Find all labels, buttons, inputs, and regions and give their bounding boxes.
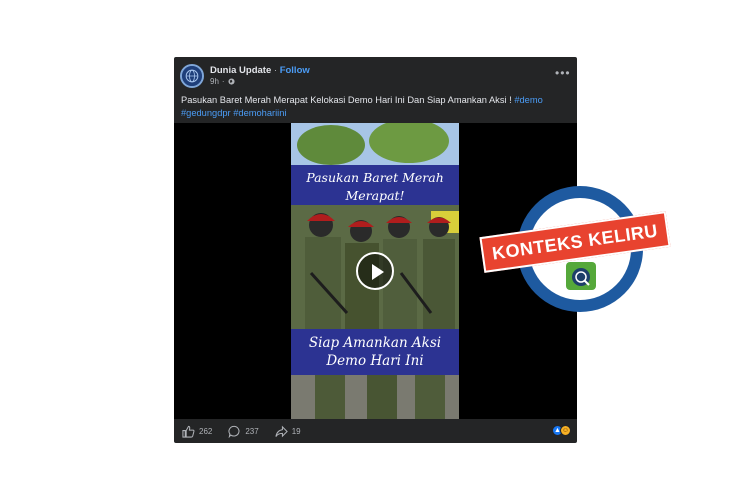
play-button[interactable] bbox=[356, 252, 394, 290]
post-actions: 262 237 19 ▲ ☺ bbox=[174, 419, 577, 443]
like-count: 262 bbox=[199, 426, 213, 436]
public-globe-icon bbox=[228, 78, 235, 85]
screenshot-stage: Dunia Update · Follow 9h · ••• Pasukan B… bbox=[0, 0, 750, 500]
name-separator: · bbox=[273, 65, 278, 76]
banner-top-line-2: Merapat! bbox=[345, 188, 405, 203]
globe-logo-icon bbox=[182, 66, 202, 86]
post-meta: 9h · bbox=[210, 77, 235, 86]
comment-bubble-icon bbox=[228, 425, 240, 438]
fact-check-logo-icon bbox=[566, 262, 596, 290]
page-name[interactable]: Dunia Update bbox=[210, 65, 271, 76]
post-caption: Pasukan Baret Merah Merapat Kelokasi Dem… bbox=[181, 94, 571, 120]
post-time[interactable]: 9h bbox=[210, 77, 219, 86]
reaction-icons[interactable]: ▲ ☺ bbox=[552, 425, 571, 436]
video-banner-top: Pasukan Baret Merah Merapat! bbox=[291, 165, 459, 205]
haha-reaction-icon: ☺ bbox=[560, 425, 571, 436]
play-icon bbox=[372, 264, 384, 280]
video-frame: Pasukan Baret Merah Merapat! Siap Amanka… bbox=[291, 123, 459, 419]
banner-bottom-line-1: Siap Amankan Aksi bbox=[308, 335, 442, 351]
share-button[interactable]: 19 bbox=[275, 425, 301, 438]
caption-text: Pasukan Baret Merah Merapat Kelokasi Dem… bbox=[181, 95, 515, 105]
banner-bottom-line-2: Demo Hari Ini bbox=[326, 353, 424, 369]
video-banner-bottom: Siap Amankan Aksi Demo Hari Ini bbox=[291, 329, 459, 375]
like-button[interactable]: 262 bbox=[182, 425, 212, 438]
hashtag-demohariini[interactable]: #demohariini bbox=[233, 108, 286, 118]
comment-count: 237 bbox=[245, 426, 259, 436]
share-count: 19 bbox=[291, 426, 301, 436]
meta-dot: · bbox=[221, 77, 225, 86]
comment-button[interactable]: 237 bbox=[228, 425, 259, 438]
follow-button[interactable]: Follow bbox=[280, 65, 310, 76]
hashtag-demo[interactable]: #demo bbox=[514, 95, 542, 105]
thumbs-up-icon bbox=[182, 425, 195, 438]
share-arrow-icon bbox=[275, 425, 288, 437]
page-name-row: Dunia Update · Follow bbox=[210, 65, 310, 76]
page-avatar[interactable] bbox=[180, 64, 204, 88]
fact-check-stamp: KONTEKS KELIRU bbox=[479, 186, 671, 316]
post-header: Dunia Update · Follow 9h · ••• bbox=[174, 57, 577, 91]
hashtag-gedungdpr[interactable]: #gedungdpr bbox=[181, 108, 231, 118]
more-options-icon[interactable]: ••• bbox=[555, 67, 570, 79]
banner-top-line-1: Pasukan Baret Merah bbox=[306, 170, 444, 185]
